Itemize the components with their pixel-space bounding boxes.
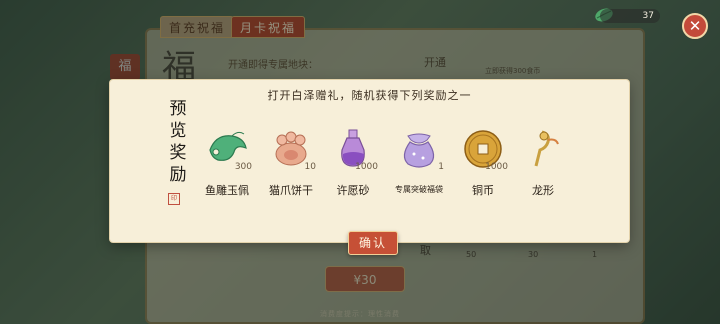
reward-qty: 1 bbox=[438, 162, 444, 172]
confirm-button[interactable]: 确认 bbox=[348, 231, 398, 255]
reward-item[interactable]: 龙形 bbox=[508, 122, 578, 202]
reward-qty: 10 bbox=[304, 162, 316, 172]
reward-qty: 300 bbox=[234, 162, 252, 172]
reward-qty: 1000 bbox=[355, 162, 378, 172]
reward-name: 许愿砂 bbox=[336, 184, 370, 197]
lucky-bag-icon bbox=[403, 133, 435, 168]
currency-counter: 37 bbox=[600, 9, 660, 23]
close-button[interactable]: ✕ bbox=[682, 13, 708, 39]
reward-item[interactable]: 1000 许愿砂 bbox=[318, 122, 388, 202]
preview-rewards-title: 预览奖励 bbox=[169, 99, 187, 185]
reward-qty: 1000 bbox=[485, 162, 508, 172]
reward-preview-dialog: 打开白泽赠礼，随机获得下列奖励之一 预览奖励 印 300 鱼雕玉佩 10 猫爪饼… bbox=[110, 80, 629, 242]
reward-item[interactable]: 10 猫爪饼干 bbox=[256, 122, 326, 202]
reward-name: 龙形 bbox=[532, 184, 554, 197]
reward-name: 专属突破福袋 bbox=[395, 185, 443, 194]
reward-item[interactable]: 1 专属突破福袋 bbox=[384, 122, 454, 202]
reward-name: 鱼雕玉佩 bbox=[205, 184, 249, 197]
dragon-ornament-icon bbox=[534, 130, 559, 167]
game-screen: 首充祝福 月卡祝福 福 福 开通即得专属地块： 开通 立即获得300食币 取 5… bbox=[0, 0, 720, 324]
seal-icon: 印 bbox=[168, 193, 180, 205]
close-icon: ✕ bbox=[688, 17, 702, 35]
reward-item[interactable]: 300 鱼雕玉佩 bbox=[192, 122, 262, 202]
reward-name: 猫爪饼干 bbox=[269, 184, 313, 197]
